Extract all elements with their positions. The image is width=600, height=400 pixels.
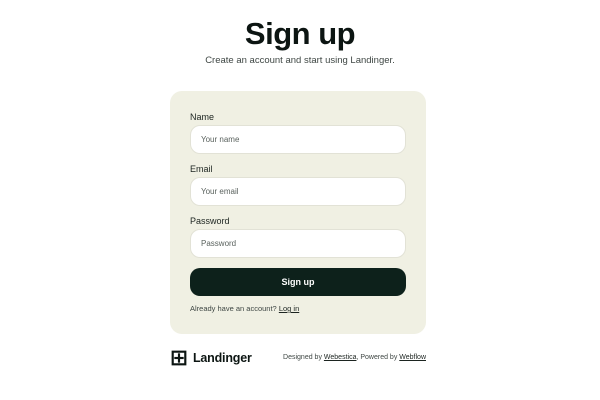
brand-logo[interactable]: Landinger — [170, 348, 252, 368]
powered-by-text: , Powered by — [356, 354, 398, 361]
name-label: Name — [190, 112, 215, 122]
designer-link[interactable]: Webestica — [324, 354, 357, 361]
signup-page: Sign up Create an account and start usin… — [0, 0, 600, 400]
powered-by-link[interactable]: Webflow — [399, 354, 426, 361]
name-input[interactable] — [190, 125, 406, 154]
login-prompt-text: Already have an account? — [190, 304, 277, 313]
login-prompt-row: Already have an account? Log in — [190, 304, 299, 314]
password-input[interactable] — [190, 229, 406, 258]
designed-by-text: Designed by — [283, 354, 322, 361]
login-link[interactable]: Log in — [279, 304, 299, 313]
page-title: Sign up — [244, 16, 356, 51]
footer-credits: Designed by Webestica, Powered by Webflo… — [283, 353, 426, 363]
email-input[interactable] — [190, 177, 406, 206]
footer: Landinger Designed by Webestica, Powered… — [170, 346, 426, 370]
email-label: Email — [190, 164, 213, 174]
page-subtitle: Create an account and start using Landin… — [205, 55, 395, 66]
landinger-logo-icon — [171, 350, 187, 366]
brand-name: Landinger — [193, 351, 252, 365]
signup-form-card: Name Email Password Sign up Already have… — [170, 91, 426, 334]
signup-button[interactable]: Sign up — [190, 268, 406, 296]
password-label: Password — [190, 216, 230, 226]
